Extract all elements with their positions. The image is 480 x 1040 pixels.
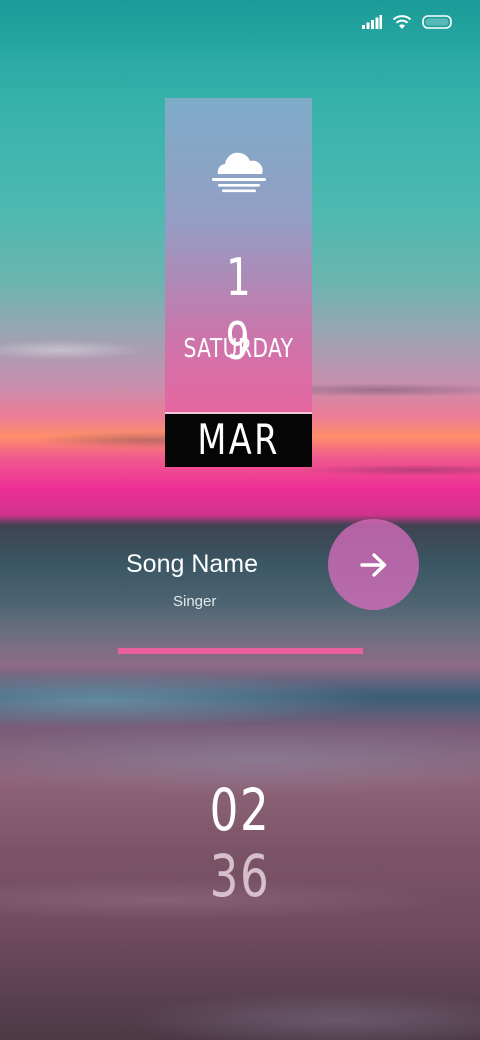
singer-name: Singer: [173, 593, 217, 610]
cloudy-haze-icon: [212, 152, 266, 193]
wifi-icon: [392, 15, 412, 29]
song-progress-bar[interactable]: [118, 648, 363, 654]
song-name[interactable]: Song Name: [126, 548, 258, 580]
signal-icon: [362, 15, 382, 29]
clock-hour: 02: [209, 776, 271, 844]
date-widget[interactable]: 1 9 SATURDAY: [165, 98, 312, 412]
next-track-button[interactable]: [328, 519, 419, 610]
arrow-right-icon: [359, 552, 386, 577]
battery-icon: [422, 15, 452, 29]
weekday-label: SATURDAY: [183, 334, 294, 364]
month-label: MAR: [197, 415, 280, 464]
month-box: MAR: [165, 412, 312, 467]
clock-minute: 36: [209, 842, 271, 910]
song-progress-fill: [118, 648, 363, 654]
status-bar: [362, 14, 452, 30]
